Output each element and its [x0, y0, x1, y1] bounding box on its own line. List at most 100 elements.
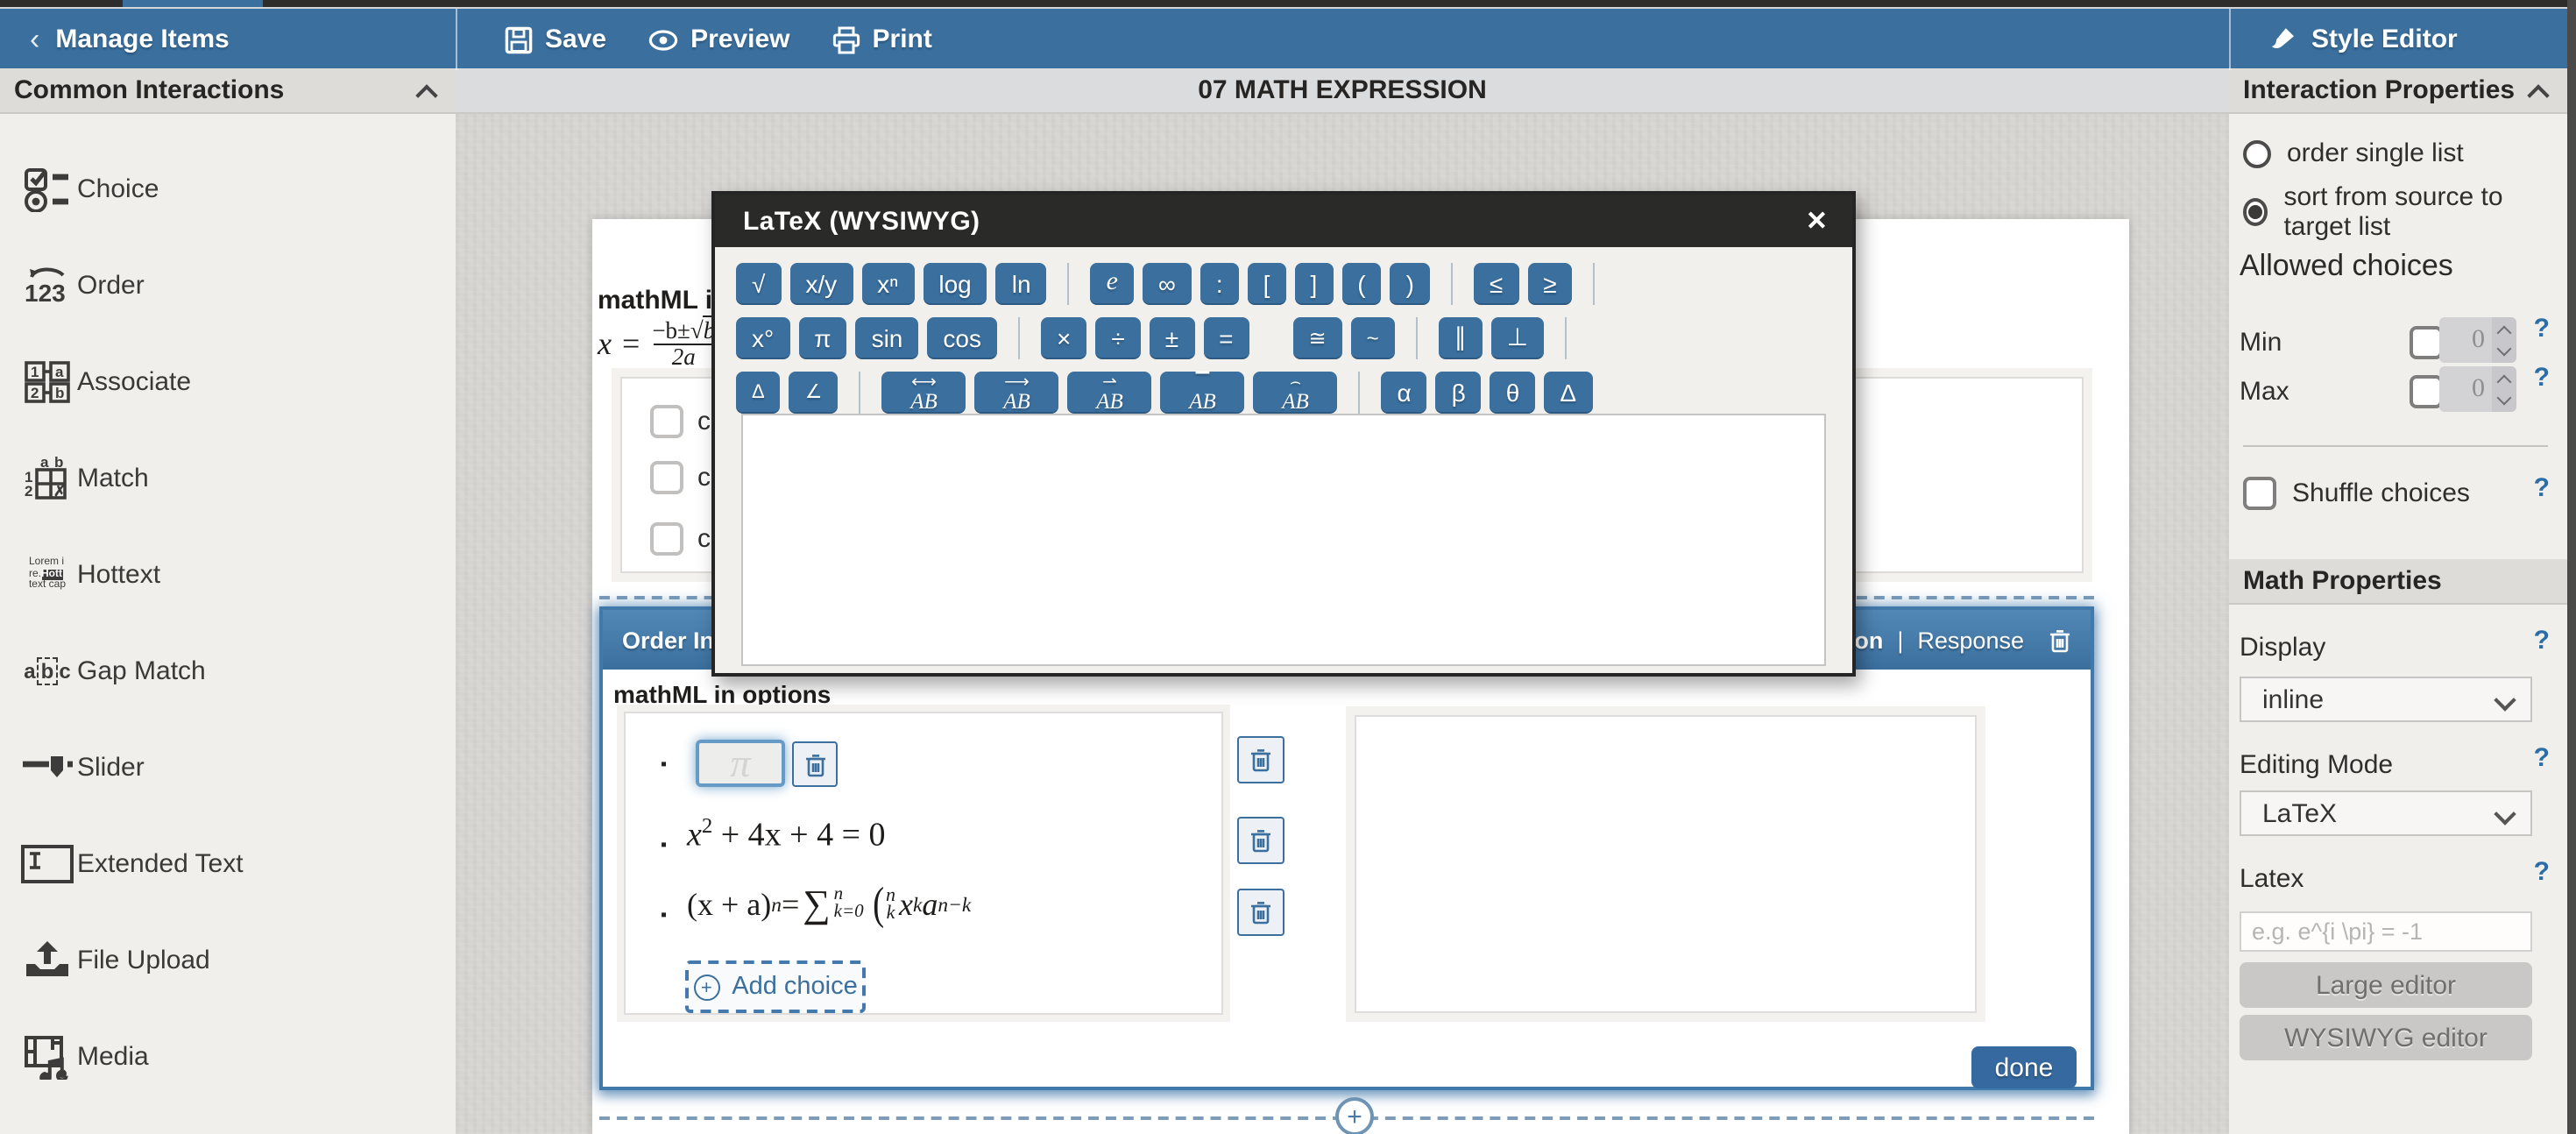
- infinity-button[interactable]: ∞: [1143, 263, 1192, 305]
- fraction-button[interactable]: x/y: [789, 263, 853, 305]
- stepper-up-icon[interactable]: [2497, 374, 2512, 389]
- angle-button[interactable]: ∠: [789, 372, 839, 414]
- leq-button[interactable]: ≤: [1474, 263, 1518, 305]
- delete-row-button[interactable]: [1237, 736, 1284, 783]
- choice-checkbox[interactable]: [650, 521, 683, 555]
- preview-button[interactable]: Preview: [648, 25, 789, 54]
- order-interaction-block[interactable]: Order Inte stion | Response mathML in op…: [599, 606, 2094, 1090]
- editing-mode-dropdown[interactable]: LaTeX: [2240, 790, 2532, 836]
- parallel-button[interactable]: ∥: [1439, 317, 1483, 359]
- plus-minus-button[interactable]: ±: [1150, 317, 1194, 359]
- done-button[interactable]: done: [1971, 1046, 2077, 1088]
- paren-left-button[interactable]: (: [1341, 263, 1381, 305]
- min-checkbox[interactable]: [2410, 326, 2443, 359]
- euler-button[interactable]: e: [1091, 263, 1134, 305]
- sidebar-item-match[interactable]: ab12✗ Match: [0, 452, 456, 505]
- sidebar-item-hottext[interactable]: Lorem ire.Hotttext cap Hottext: [0, 549, 456, 601]
- wysiwyg-editor-button[interactable]: WYSIWYG editor: [2240, 1015, 2532, 1060]
- latex-input[interactable]: [2240, 911, 2532, 952]
- perpendicular-button[interactable]: ⊥: [1491, 317, 1544, 359]
- latex-source-textarea[interactable]: [741, 414, 1826, 666]
- equals-button[interactable]: =: [1203, 317, 1249, 359]
- congruent-button[interactable]: ≅: [1292, 317, 1341, 359]
- delete-row-button[interactable]: [1237, 817, 1284, 864]
- display-help-icon[interactable]: ?: [2534, 626, 2550, 656]
- sidebar-item-gap-match[interactable]: abc Gap Match: [0, 645, 456, 698]
- arc-ab-button[interactable]: ⌢AB: [1253, 372, 1337, 414]
- power-button[interactable]: xⁿ: [861, 263, 914, 305]
- stepper-up-icon[interactable]: [2497, 325, 2512, 340]
- add-element-button[interactable]: +: [1335, 1097, 1374, 1134]
- triangle-button[interactable]: Δ: [736, 372, 781, 414]
- beta-button[interactable]: β: [1436, 372, 1482, 414]
- geq-button[interactable]: ≥: [1527, 263, 1572, 305]
- stepper-down-icon[interactable]: [2497, 390, 2512, 405]
- similar-button[interactable]: ~: [1351, 317, 1395, 359]
- paren-right-button[interactable]: ): [1391, 263, 1430, 305]
- min-stepper[interactable]: 0: [2439, 317, 2516, 363]
- bracket-left-button[interactable]: [: [1248, 263, 1286, 305]
- sidebar-item-file-upload[interactable]: File Upload: [0, 934, 456, 987]
- max-checkbox[interactable]: [2410, 375, 2443, 408]
- choice-checkbox[interactable]: [650, 460, 683, 493]
- print-button[interactable]: Print: [832, 25, 932, 54]
- divide-button[interactable]: ÷: [1095, 317, 1140, 359]
- sidebar-item-extended-text[interactable]: Extended Text: [0, 838, 456, 890]
- math-choice-binomial[interactable]: (x + a)n = ∑ nk=0 ( nk xkan−k: [687, 883, 971, 925]
- delta-button[interactable]: Δ: [1544, 372, 1592, 414]
- page-scrollbar[interactable]: [2567, 0, 2576, 1134]
- max-stepper[interactable]: 0: [2439, 366, 2516, 412]
- max-help-icon[interactable]: ?: [2534, 363, 2550, 393]
- modal-header[interactable]: LaTeX (WYSIWYG) ✕: [715, 195, 1852, 247]
- latex-help-icon[interactable]: ?: [2534, 857, 2550, 887]
- sidebar-item-associate[interactable]: 1a2b Associate: [0, 356, 456, 408]
- sidebar-item-order[interactable]: 123 Order: [0, 259, 456, 312]
- delete-choice-button[interactable]: [792, 741, 838, 787]
- sin-button[interactable]: sin: [856, 317, 919, 359]
- close-icon[interactable]: ✕: [1806, 205, 1828, 237]
- sidebar-item-choice[interactable]: Choice: [0, 163, 456, 216]
- segment-ab-button[interactable]: ▔AB: [1160, 372, 1244, 414]
- shuffle-checkbox[interactable]: [2243, 477, 2276, 510]
- log-button[interactable]: log: [923, 263, 987, 305]
- vector-ab-button[interactable]: ⟶AB: [974, 372, 1058, 414]
- add-choice-button[interactable]: + Add choice: [685, 960, 866, 1013]
- manage-items-button[interactable]: ‹ Manage Items: [0, 9, 230, 70]
- sidebar-item-slider[interactable]: Slider: [0, 741, 456, 794]
- target-drop-area[interactable]: [1355, 715, 1977, 1013]
- large-editor-button[interactable]: Large editor: [2240, 962, 2532, 1008]
- colon-button[interactable]: :: [1200, 263, 1239, 305]
- pi-button[interactable]: π: [798, 317, 846, 359]
- sidebar-item-media[interactable]: Media: [0, 1031, 456, 1083]
- math-choice-quadratic[interactable]: x2 + 4x + 4 = 0: [687, 813, 886, 856]
- times-button[interactable]: ×: [1041, 317, 1086, 359]
- display-dropdown[interactable]: inline: [2240, 677, 2532, 722]
- alpha-button[interactable]: α: [1381, 372, 1426, 414]
- delete-interaction-icon[interactable]: [2049, 627, 2071, 653]
- degree-button[interactable]: x°: [736, 317, 789, 359]
- save-button[interactable]: Save: [505, 25, 606, 54]
- stepper-arrows[interactable]: [2492, 366, 2516, 412]
- sidebar-header[interactable]: Common Interactions: [0, 68, 456, 114]
- tab-response[interactable]: Response: [1917, 627, 2024, 653]
- ln-button[interactable]: ln: [996, 263, 1047, 305]
- min-help-icon[interactable]: ?: [2534, 314, 2550, 344]
- radio-sort-source-target[interactable]: sort from source to target list: [2243, 182, 2567, 242]
- math-choice-input[interactable]: π: [696, 740, 785, 787]
- style-editor-button[interactable]: Style Editor: [2229, 9, 2567, 70]
- choice-checkbox[interactable]: [650, 404, 683, 437]
- stepper-down-icon[interactable]: [2497, 341, 2512, 356]
- cos-button[interactable]: cos: [927, 317, 997, 359]
- shuffle-choices-row[interactable]: Shuffle choices: [2243, 477, 2470, 510]
- shuffle-help-icon[interactable]: ?: [2534, 473, 2550, 503]
- editing-mode-help-icon[interactable]: ?: [2534, 743, 2550, 773]
- interaction-properties-header[interactable]: Interaction Properties: [2229, 68, 2567, 114]
- delete-row-button[interactable]: [1237, 889, 1284, 936]
- theta-button[interactable]: θ: [1490, 372, 1536, 414]
- sqrt-button[interactable]: √: [736, 263, 781, 305]
- stepper-arrows[interactable]: [2492, 317, 2516, 363]
- line-ab-button[interactable]: ⟷AB: [881, 372, 966, 414]
- ray-ab-button[interactable]: ⇀AB: [1067, 372, 1151, 414]
- radio-order-single-list[interactable]: order single list: [2243, 138, 2464, 168]
- bracket-right-button[interactable]: ]: [1294, 263, 1333, 305]
